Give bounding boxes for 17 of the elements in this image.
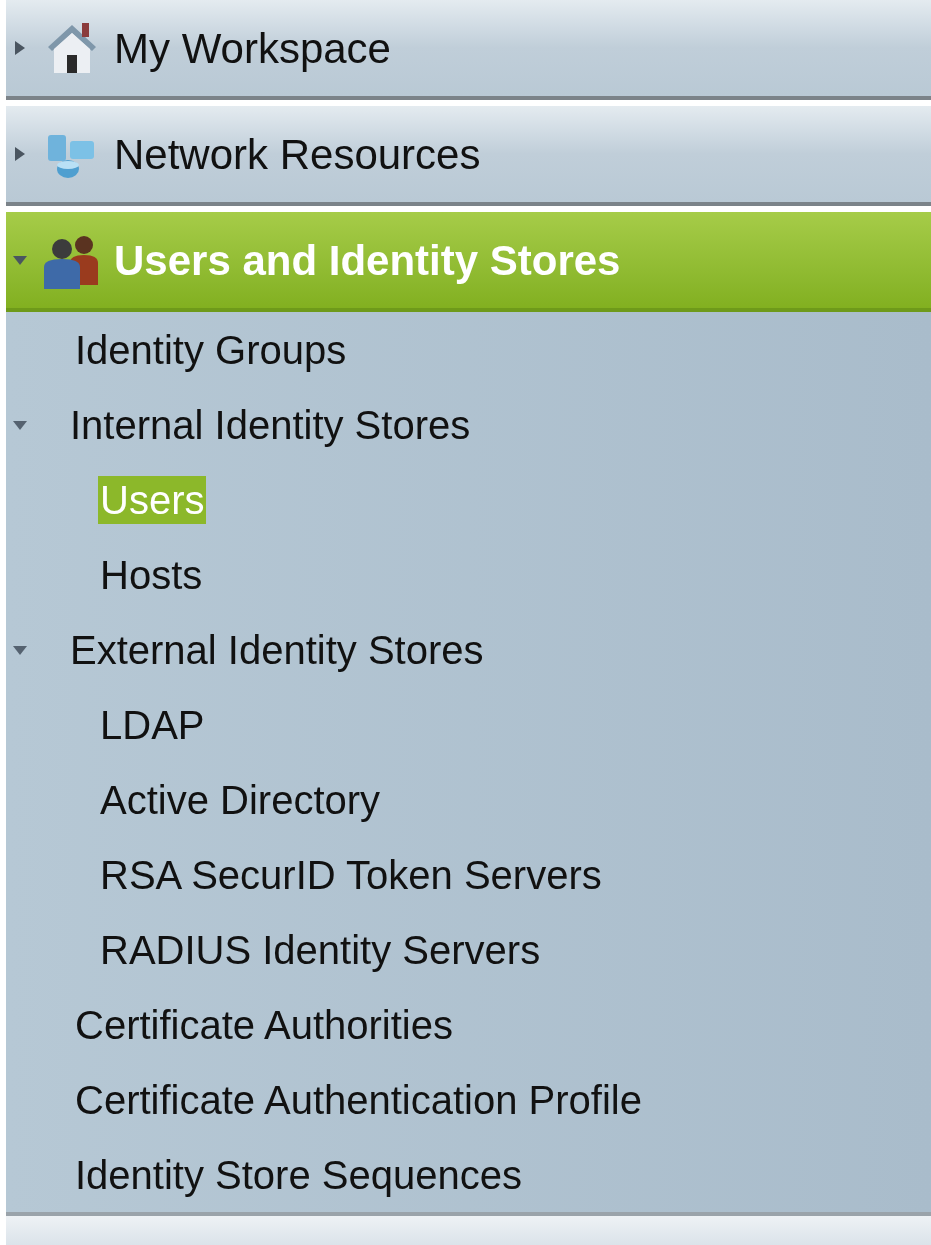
section-title: Network Resources bbox=[114, 129, 481, 180]
tree-item[interactable]: RADIUS Identity Servers bbox=[98, 925, 543, 974]
tree-item[interactable]: Internal Identity Stores bbox=[68, 400, 473, 449]
tree-item[interactable]: Identity Groups bbox=[73, 325, 349, 374]
tree-item[interactable]: Certificate Authentication Profile bbox=[73, 1075, 644, 1124]
tree-item[interactable]: Certificate Authorities bbox=[73, 1000, 455, 1049]
tree-item[interactable]: RSA SecurID Token Servers bbox=[98, 850, 604, 899]
section-header[interactable]: My Workspace bbox=[6, 0, 931, 100]
section-header[interactable] bbox=[6, 1212, 931, 1245]
tree-item[interactable]: Active Directory bbox=[98, 775, 383, 824]
tree-item[interactable]: External Identity Stores bbox=[68, 625, 486, 674]
tree-item[interactable]: Hosts bbox=[98, 550, 205, 599]
section-header[interactable]: Network Resources bbox=[6, 106, 931, 206]
section-title: Users and Identity Stores bbox=[114, 235, 621, 286]
tree-item[interactable]: LDAP bbox=[98, 700, 207, 749]
tree-item[interactable]: Identity Store Sequences bbox=[73, 1150, 524, 1199]
section-title: My Workspace bbox=[114, 23, 391, 74]
